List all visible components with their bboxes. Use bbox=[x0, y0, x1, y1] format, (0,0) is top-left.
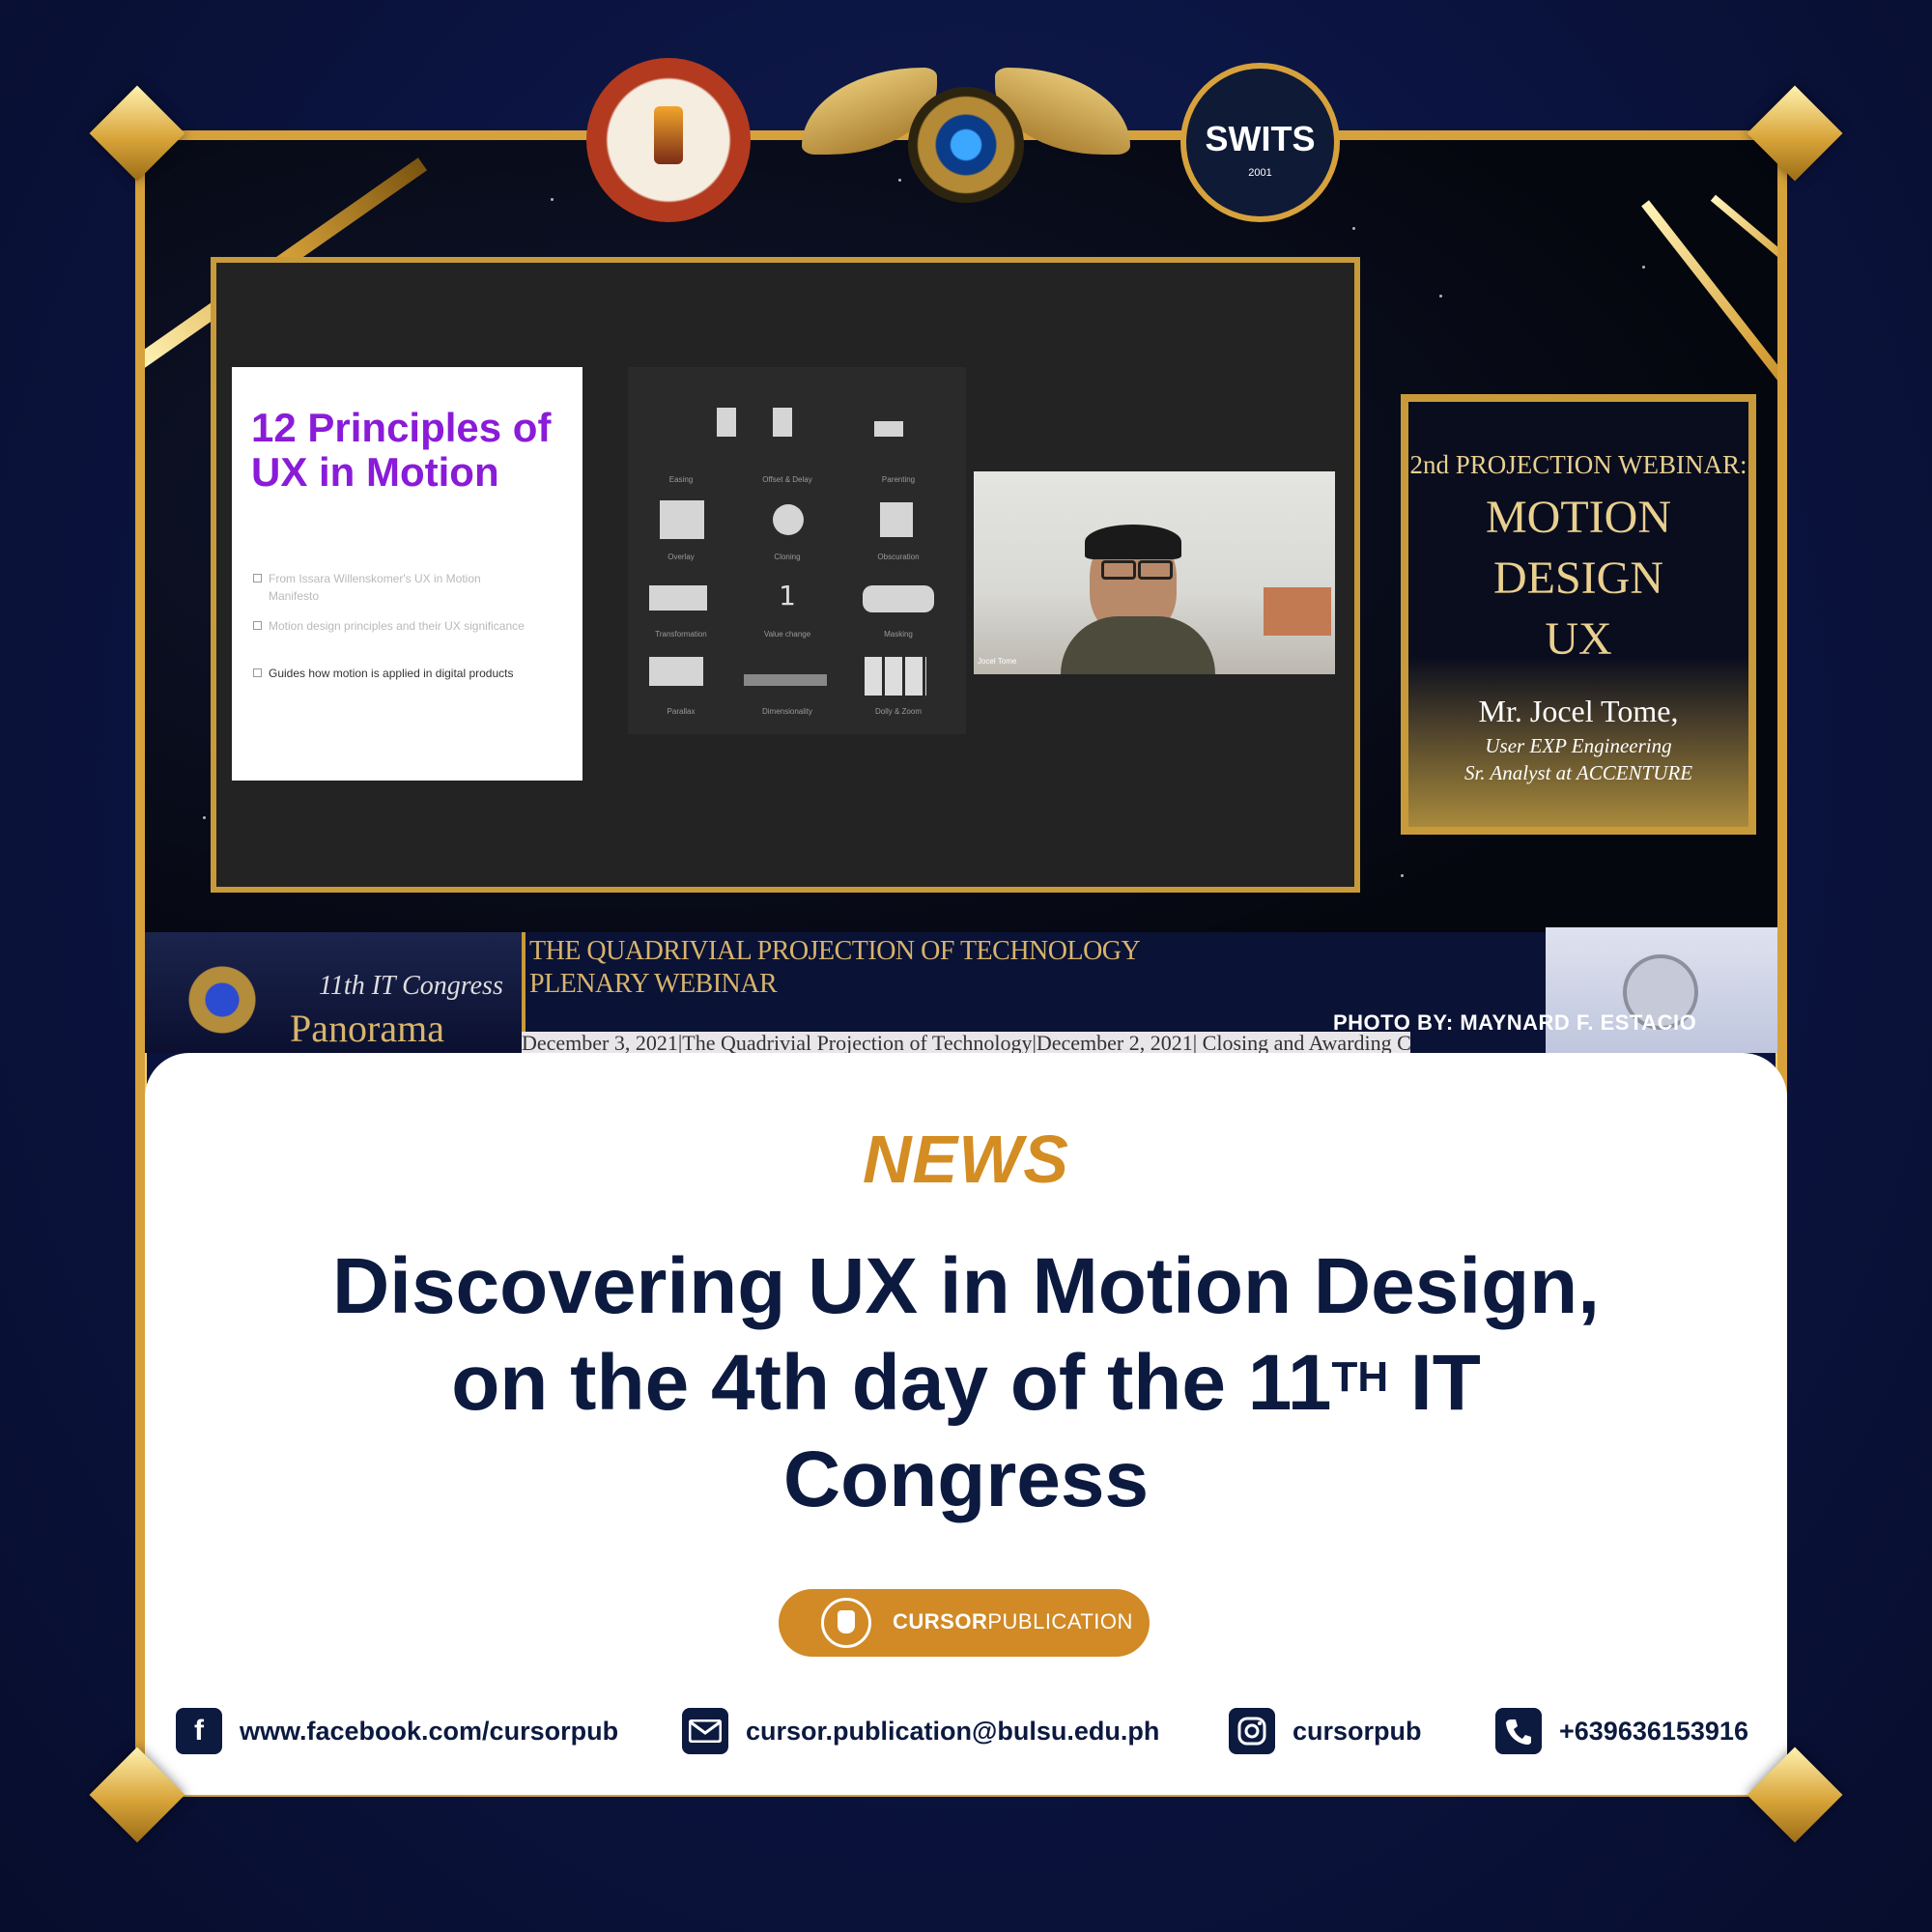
event-name: 11th IT Congress bbox=[319, 971, 503, 1001]
poster-speaker: Mr. Jocel Tome, bbox=[1478, 694, 1679, 728]
grid-label: Transformation bbox=[655, 630, 707, 639]
grid-cell: Parenting bbox=[845, 421, 952, 502]
facebook-icon: f bbox=[176, 1708, 222, 1754]
poster-series: 2nd PROJECTION WEBINAR: bbox=[1409, 450, 1747, 479]
video-caption: Jocel Tome bbox=[978, 657, 1017, 666]
grid-cell: Parallax bbox=[628, 657, 734, 734]
phone-icon bbox=[1495, 1708, 1542, 1754]
grid-label: Obscuration bbox=[877, 553, 920, 561]
gear-emblem-icon bbox=[908, 87, 1024, 203]
grid-cell: Transformation bbox=[628, 580, 734, 657]
banner-title-line-2: PLENARY WEBINAR bbox=[529, 969, 778, 999]
news-ticker: December 3, 2021|The Quadrivial Projecti… bbox=[522, 1032, 1410, 1055]
swits-logo-year: 2001 bbox=[1248, 167, 1272, 179]
slide-title: 12 Principles of UX in Motion bbox=[251, 405, 552, 495]
grid-cell: Cloning bbox=[734, 502, 840, 580]
headline-line-2: on the 4th day of the 11TH IT bbox=[242, 1335, 1690, 1432]
instagram-handle[interactable]: cursorpub bbox=[1293, 1717, 1422, 1747]
cursor-publication-badge[interactable]: CURSORPUBLICATION bbox=[779, 1589, 1150, 1657]
headline-line-1: Discovering UX in Motion Design, bbox=[331, 1242, 1601, 1330]
grid-cell: Dolly & Zoom bbox=[845, 657, 952, 734]
photo-credit-name: MAYNARD F. ESTACIO bbox=[1460, 1010, 1697, 1035]
speaker-shirt bbox=[1061, 616, 1215, 674]
grid-cell: Offset & Delay bbox=[734, 408, 840, 502]
grid-label: Dimensionality bbox=[761, 707, 813, 716]
slide-bullet: Motion design principles and their UX si… bbox=[253, 617, 529, 635]
grid-label: Easing bbox=[668, 475, 694, 484]
brand-name-bold: CURSOR bbox=[893, 1609, 988, 1634]
facebook-link[interactable]: www.facebook.com/cursorpub bbox=[240, 1717, 618, 1747]
banner-title: THE QUADRIVIAL PROJECTION OF TECHNOLOGY … bbox=[529, 935, 1141, 1001]
swits-logo-text: SWITS bbox=[1205, 119, 1316, 158]
glasses-left bbox=[1101, 560, 1136, 580]
glasses-right bbox=[1138, 560, 1173, 580]
grid-cell: Masking bbox=[845, 580, 952, 657]
photo-credit-label: PHOTO BY: bbox=[1333, 1010, 1454, 1035]
swits-logo: SWITS 2001 bbox=[1180, 63, 1340, 222]
phone-number[interactable]: +639636153916 bbox=[1559, 1717, 1748, 1747]
winged-emblem-logo bbox=[802, 29, 1130, 232]
contact-phone[interactable]: +639636153916 bbox=[1495, 1708, 1748, 1754]
banner-title-line-1: THE QUADRIVIAL PROJECTION OF TECHNOLOGY bbox=[529, 936, 1141, 966]
room-furniture bbox=[1264, 587, 1331, 636]
article-headline: Discovering UX in Motion Design, on the … bbox=[242, 1238, 1690, 1528]
speaker-video: Jocel Tome bbox=[974, 471, 1335, 674]
category-label: NEWS bbox=[863, 1122, 1069, 1197]
slide-panel: 12 Principles of UX in Motion From Issar… bbox=[232, 367, 582, 781]
event-poster: 2nd PROJECTION WEBINAR: MOTION DESIGN UX… bbox=[1401, 394, 1756, 835]
grid-label: Masking bbox=[884, 630, 913, 639]
event-theme: Panorama bbox=[290, 1007, 444, 1050]
grid-cell: Obscuration bbox=[845, 502, 952, 580]
photo-credit: PHOTO BY: MAYNARD F. ESTACIO bbox=[1333, 1010, 1696, 1036]
grid-cell: Overlay bbox=[628, 500, 734, 580]
poster-title-1: MOTION bbox=[1486, 492, 1671, 543]
slide-bullet: Guides how motion is applied in digital … bbox=[253, 665, 529, 682]
winged-emblem-small-icon bbox=[184, 961, 261, 1038]
grid-cell: Dimensionality bbox=[734, 657, 840, 734]
brand-name-light: PUBLICATION bbox=[987, 1609, 1133, 1634]
headline-superscript: TH bbox=[1331, 1353, 1389, 1401]
speaker-hair bbox=[1085, 525, 1181, 559]
poster-title-2: DESIGN bbox=[1493, 553, 1663, 604]
event-logo-panel: 11th IT Congress Panorama bbox=[145, 932, 526, 1053]
poster-role-1: User EXP Engineering bbox=[1485, 734, 1672, 757]
grid-label: Dolly & Zoom bbox=[874, 707, 922, 716]
grid-label: Cloning bbox=[774, 553, 801, 561]
grid-label: Offset & Delay bbox=[762, 475, 812, 484]
instagram-icon bbox=[1229, 1708, 1275, 1754]
email-icon bbox=[682, 1708, 728, 1754]
contact-instagram[interactable]: cursorpub bbox=[1229, 1708, 1422, 1754]
grid-cell: 1 Value change bbox=[734, 580, 840, 657]
poster-role-2: Sr. Analyst at ACCENTURE bbox=[1463, 761, 1693, 784]
grid-label: Value change bbox=[763, 630, 811, 639]
principles-grid: Easing Offset & Delay Parenting Overlay … bbox=[628, 367, 966, 734]
cursor-logo-icon bbox=[821, 1598, 871, 1648]
headline-line-3: Congress bbox=[782, 1435, 1150, 1523]
poster-title-3: UX bbox=[1545, 613, 1612, 665]
college-seal-logo bbox=[586, 58, 751, 222]
contact-facebook[interactable]: f www.facebook.com/cursorpub bbox=[176, 1708, 618, 1754]
headline-text: IT bbox=[1388, 1339, 1481, 1427]
email-link[interactable]: cursor.publication@bulsu.edu.ph bbox=[746, 1717, 1159, 1747]
contact-email[interactable]: cursor.publication@bulsu.edu.ph bbox=[682, 1708, 1159, 1754]
grid-label: Parenting bbox=[881, 475, 916, 484]
headline-text: on the 4th day of the 11 bbox=[451, 1339, 1332, 1427]
slide-bullet: From Issara Willenskomer's UX in Motion … bbox=[253, 570, 529, 605]
grid-label: Overlay bbox=[668, 553, 695, 561]
grid-label: Parallax bbox=[667, 707, 696, 716]
brand-name: CURSORPUBLICATION bbox=[893, 1609, 1133, 1634]
torch-icon bbox=[654, 106, 683, 164]
value-change-digit: 1 bbox=[779, 580, 796, 611]
grid-cell: Easing bbox=[628, 408, 736, 502]
